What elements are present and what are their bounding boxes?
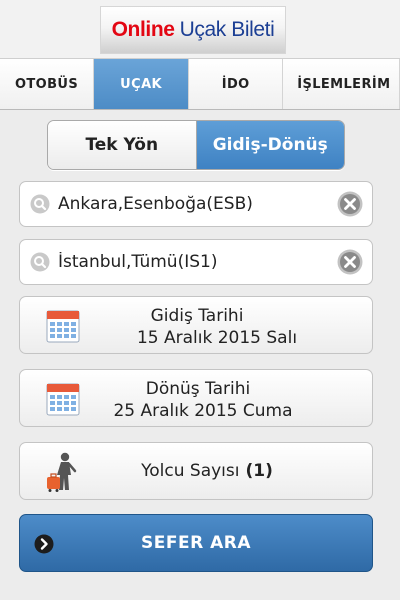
passenger-label: Yolcu Sayısı [141,461,240,481]
one-way-option[interactable]: Tek Yön [48,121,197,169]
app-header: Online Uçak Bileti [0,0,400,58]
tab-islemlerim[interactable]: İŞLEMLERİM [283,59,400,109]
round-trip-option[interactable]: Gidiş-Dönüş [196,121,344,169]
search-icon [30,252,50,272]
departure-label: Gidiş Tarihi [150,306,244,326]
destination-value: İstanbul,Tümü(IS1) [58,252,218,272]
clear-icon[interactable] [337,249,363,275]
logo-text-online: Online [111,18,175,41]
logo-text-ucak-bileti: Uçak Bileti [179,18,275,41]
search-button-label: SEFER ARA [141,533,251,553]
return-date-button[interactable]: Dönüş Tarihi 25 Aralık 2015 Cuma [19,369,373,427]
passenger-count-button[interactable]: Yolcu Sayısı (1) [19,442,373,500]
origin-value: Ankara,Esenboğa(ESB) [58,194,253,214]
trip-type-toggle: Tek Yön Gidiş-Dönüş [47,120,345,170]
passenger-count: (1) [245,461,273,481]
arrow-right-circle-icon [34,534,54,554]
origin-field[interactable]: Ankara,Esenboğa(ESB) [19,181,373,227]
return-date: 25 Aralık 2015 Cuma [113,401,293,421]
tab-ucak[interactable]: UÇAK [94,59,190,109]
departure-date-button[interactable]: Gidiş Tarihi 15 Aralık 2015 Salı [19,296,373,354]
clear-icon[interactable] [337,191,363,217]
logo[interactable]: Online Uçak Bileti [100,6,286,54]
search-icon [30,194,50,214]
nav-tabs: OTOBÜS UÇAK İDO İŞLEMLERİM [0,58,400,110]
search-flights-button[interactable]: SEFER ARA [19,514,373,572]
return-label: Dönüş Tarihi [145,379,251,399]
departure-date: 15 Aralık 2015 Salı [136,328,298,348]
tab-otobus[interactable]: OTOBÜS [0,59,95,109]
destination-field[interactable]: İstanbul,Tümü(IS1) [19,239,373,285]
tab-ido[interactable]: İDO [189,59,284,109]
